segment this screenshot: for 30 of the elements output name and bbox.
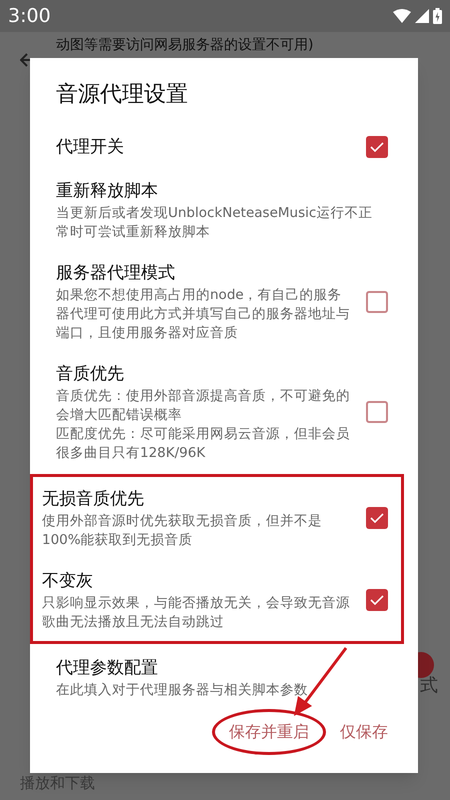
setting-title: 无损音质优先 (42, 488, 145, 511)
setting-description: 音质优先：使用外部音源提高音质，不可避免的会增大匹配错误概率 (56, 387, 351, 425)
dialog-title: 音源代理设置 (55, 81, 189, 109)
dialog-button[interactable]: 仅保存 (332, 712, 396, 752)
background-text: 动图等需要访问网易服务器的设置不可用) (56, 36, 314, 54)
setting-title: 音质优先 (56, 363, 125, 386)
signal-icon (415, 9, 429, 23)
background-text: 式 (420, 674, 438, 698)
setting-title: 代理开关 (56, 136, 125, 159)
setting-description: 当更新后或者发现UnblockNeteaseMusic运行不正常时可尝试重新释放脚本 (56, 204, 374, 242)
checkbox[interactable] (366, 589, 388, 611)
setting-description: 如果您不想使用高占用的node，有自己的服务器代理可使用此方式并填写自己的服务器地址与端口，且使用服务器对应音质 (56, 286, 351, 343)
status-time: 3:00 (8, 4, 51, 29)
checkbox[interactable] (366, 401, 388, 423)
setting-description: 使用外部音源时优先获取无损音质，但并不是100%能获取到无损音质 (42, 512, 323, 550)
wifi-icon (393, 9, 411, 23)
setting-title: 不变灰 (42, 570, 94, 593)
check-icon (370, 142, 384, 152)
checkbox[interactable] (366, 507, 388, 529)
setting-title: 重新释放脚本 (56, 180, 159, 203)
battery-icon (433, 8, 442, 24)
setting-title: 服务器代理模式 (56, 262, 176, 285)
checkbox[interactable] (366, 136, 388, 158)
check-icon (370, 513, 384, 523)
setting-title: 代理参数配置 (56, 657, 159, 680)
setting-description: 在此填入对于代理服务器与相关脚本参数 (56, 681, 309, 700)
checkbox[interactable] (366, 290, 388, 312)
check-icon (370, 595, 384, 605)
setting-description: 匹配度优先：尽可能采用网易云音源，但非会员很多曲目只有128K/96K (56, 425, 351, 463)
setting-description: 只影响显示效果，与能否播放无关，会导致无音源歌曲无法播放且无法自动跳过 (42, 594, 351, 632)
